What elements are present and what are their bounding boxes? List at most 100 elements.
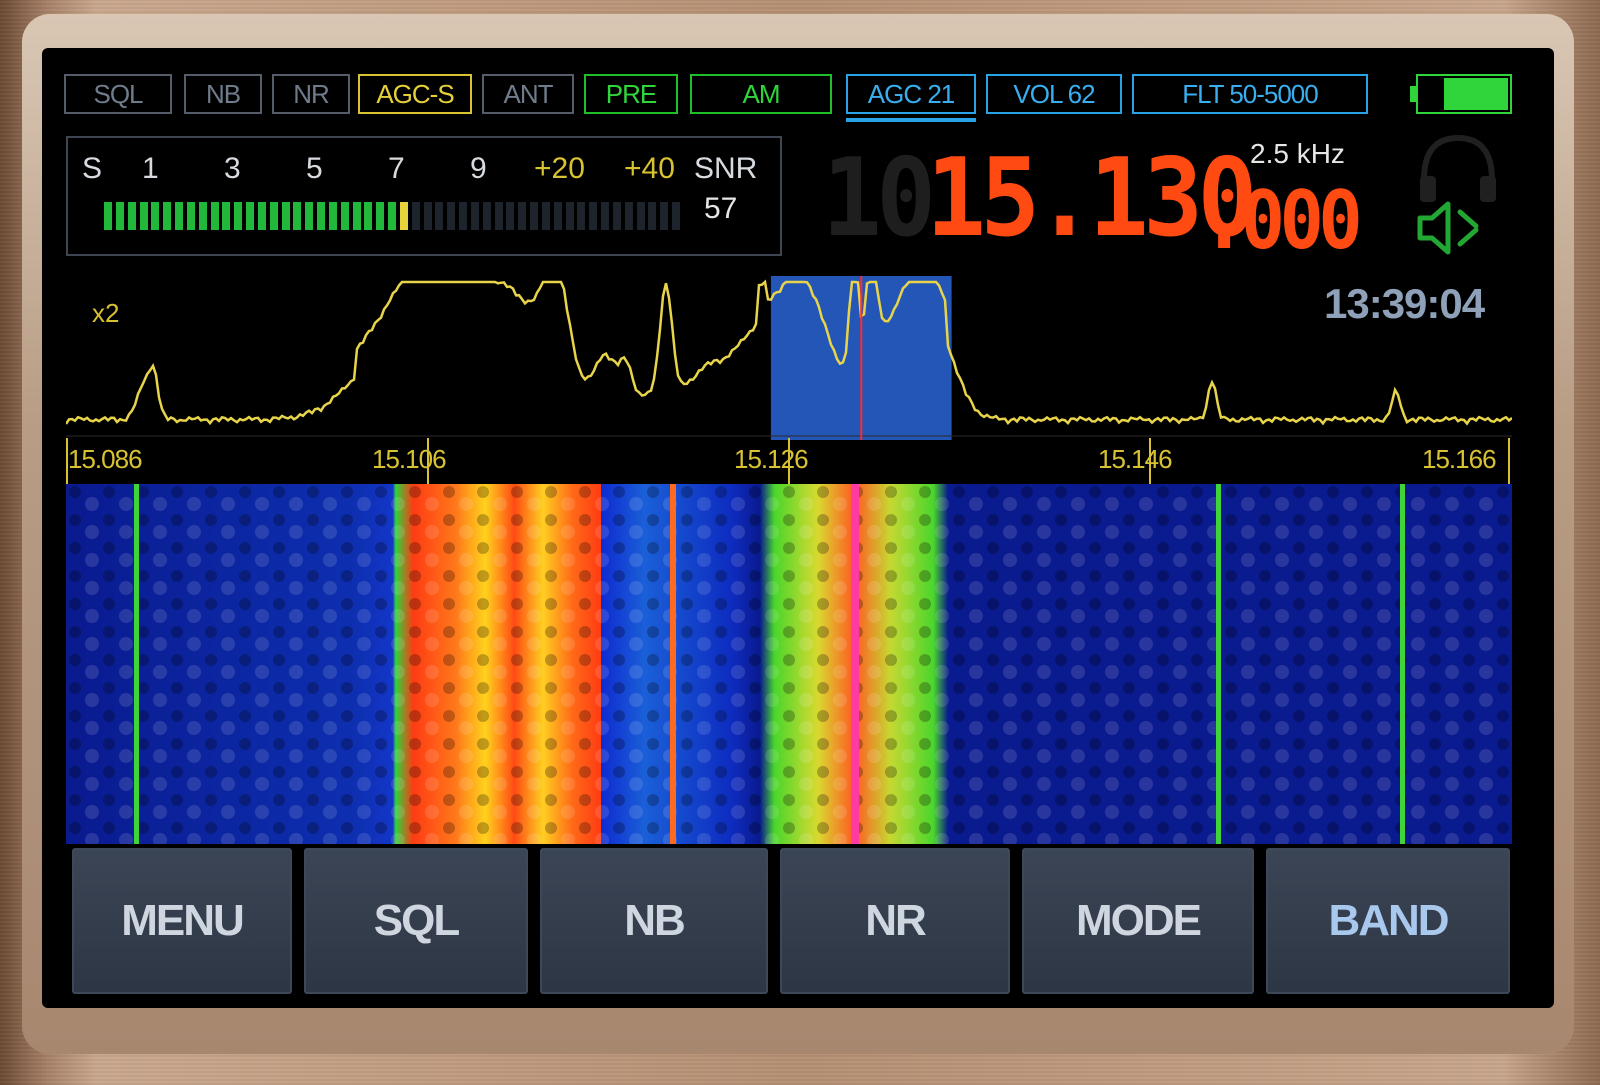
agc-selected-underline bbox=[846, 118, 976, 122]
waterfall-display[interactable] bbox=[66, 484, 1512, 844]
speaker-mute-icon[interactable] bbox=[1414, 196, 1486, 260]
menu-button[interactable]: MENU bbox=[72, 848, 292, 994]
signal-segment bbox=[459, 202, 468, 230]
signal-segment bbox=[246, 202, 255, 230]
spectrum-panel[interactable] bbox=[66, 276, 1512, 440]
signal-segment bbox=[399, 202, 408, 230]
signal-segment bbox=[553, 202, 562, 230]
nr-button[interactable]: NR bbox=[780, 848, 1010, 994]
signal-segment bbox=[447, 202, 456, 230]
s-meter-label-7: 7 bbox=[388, 152, 405, 185]
tuning-step[interactable]: 2.5 kHz bbox=[1250, 138, 1345, 170]
signal-segment bbox=[127, 202, 136, 230]
signal-segment bbox=[660, 202, 669, 230]
signal-segment bbox=[577, 202, 586, 230]
signal-segment bbox=[234, 202, 243, 230]
status-bar: SQL NB NR AGC-S ANT PRE AM AGC 21 VOL 62… bbox=[64, 66, 1534, 122]
sql-button[interactable]: SQL bbox=[304, 848, 528, 994]
waterfall-carrier-line bbox=[134, 484, 139, 844]
frequency-ghost-digits: 10 bbox=[822, 136, 936, 261]
signal-segment bbox=[411, 202, 420, 230]
frequency-hz: .000 bbox=[1202, 174, 1363, 267]
signal-segment bbox=[423, 202, 432, 230]
frequency-display[interactable]: 10 15.130 .000 2.5 kHz bbox=[822, 138, 1402, 268]
scale-label: 15.166 bbox=[1422, 444, 1497, 474]
signal-segment bbox=[198, 202, 207, 230]
signal-segment bbox=[186, 202, 195, 230]
nb-indicator[interactable]: NB bbox=[184, 74, 262, 114]
nr-indicator[interactable]: NR bbox=[272, 74, 350, 114]
signal-segment bbox=[293, 202, 302, 230]
clock: 13:39:04 bbox=[1324, 280, 1485, 327]
ant-indicator[interactable]: ANT bbox=[482, 74, 574, 114]
frequency-scale: 15.086 15.106 15.126 15.146 15.166 bbox=[66, 438, 1512, 484]
filter-indicator[interactable]: FLT 50-5000 bbox=[1132, 74, 1368, 114]
signal-segment bbox=[589, 202, 598, 230]
signal-segment bbox=[257, 202, 266, 230]
signal-segment bbox=[352, 202, 361, 230]
signal-segment bbox=[364, 202, 373, 230]
signal-segment bbox=[482, 202, 491, 230]
signal-segment bbox=[317, 202, 326, 230]
signal-segment bbox=[648, 202, 657, 230]
mode-indicator[interactable]: AM bbox=[690, 74, 832, 114]
scale-label: 15.086 bbox=[68, 444, 143, 474]
signal-segment bbox=[530, 202, 539, 230]
scale-label: 15.126 bbox=[734, 444, 809, 474]
scale-label: 15.106 bbox=[372, 444, 447, 474]
signal-segment bbox=[340, 202, 349, 230]
nb-button[interactable]: NB bbox=[540, 848, 768, 994]
signal-segment bbox=[565, 202, 574, 230]
scale-label: 15.146 bbox=[1098, 444, 1173, 474]
signal-segment bbox=[494, 202, 503, 230]
signal-segment bbox=[305, 202, 314, 230]
snr-value: 57 bbox=[704, 192, 738, 225]
waterfall-carrier-line bbox=[670, 484, 676, 844]
s-meter-label-s: S bbox=[82, 152, 103, 185]
signal-segment bbox=[518, 202, 527, 230]
signal-segment bbox=[435, 202, 444, 230]
signal-segment bbox=[376, 202, 385, 230]
signal-segment bbox=[151, 202, 160, 230]
s-meter-label-5: 5 bbox=[306, 152, 323, 185]
signal-segment bbox=[210, 202, 219, 230]
pre-indicator[interactable]: PRE bbox=[584, 74, 678, 114]
signal-segment bbox=[139, 202, 148, 230]
signal-segment bbox=[115, 202, 124, 230]
signal-segment bbox=[269, 202, 278, 230]
volume-indicator[interactable]: VOL 62 bbox=[986, 74, 1122, 114]
signal-segment bbox=[506, 202, 515, 230]
signal-segment bbox=[175, 202, 184, 230]
signal-segment bbox=[222, 202, 231, 230]
signal-segment bbox=[624, 202, 633, 230]
signal-segment bbox=[163, 202, 172, 230]
signal-segment bbox=[636, 202, 645, 230]
battery-icon bbox=[1410, 74, 1512, 114]
sql-indicator[interactable]: SQL bbox=[64, 74, 172, 114]
signal-segment bbox=[281, 202, 290, 230]
signal-segment bbox=[672, 202, 681, 230]
signal-segment bbox=[612, 202, 621, 230]
s-meter: S 1 3 5 7 9 +20 +40 SNR 57 bbox=[66, 136, 782, 256]
signal-segment bbox=[601, 202, 610, 230]
s-meter-label-plus40: +40 bbox=[624, 152, 675, 185]
agc-indicator[interactable]: AGC 21 bbox=[846, 74, 976, 114]
snr-label: SNR bbox=[694, 152, 758, 185]
zoom-indicator[interactable]: x2 bbox=[92, 298, 119, 329]
signal-segment bbox=[328, 202, 337, 230]
signal-segment bbox=[470, 202, 479, 230]
s-meter-label-plus20: +20 bbox=[534, 152, 585, 185]
s-meter-label-3: 3 bbox=[224, 152, 241, 185]
s-meter-label-1: 1 bbox=[142, 152, 159, 185]
s-meter-label-9: 9 bbox=[470, 152, 487, 185]
mode-button[interactable]: MODE bbox=[1022, 848, 1254, 994]
agc-s-indicator[interactable]: AGC-S bbox=[358, 74, 472, 114]
waterfall-carrier-line bbox=[1216, 484, 1221, 844]
signal-segment bbox=[104, 202, 112, 230]
scale-tick bbox=[1508, 438, 1510, 484]
signal-segment bbox=[541, 202, 550, 230]
radio-screen: SQL NB NR AGC-S ANT PRE AM AGC 21 VOL 62… bbox=[42, 48, 1554, 1008]
signal-level-bar bbox=[104, 202, 684, 230]
band-button[interactable]: BAND bbox=[1266, 848, 1510, 994]
waterfall-center-line bbox=[851, 484, 859, 844]
